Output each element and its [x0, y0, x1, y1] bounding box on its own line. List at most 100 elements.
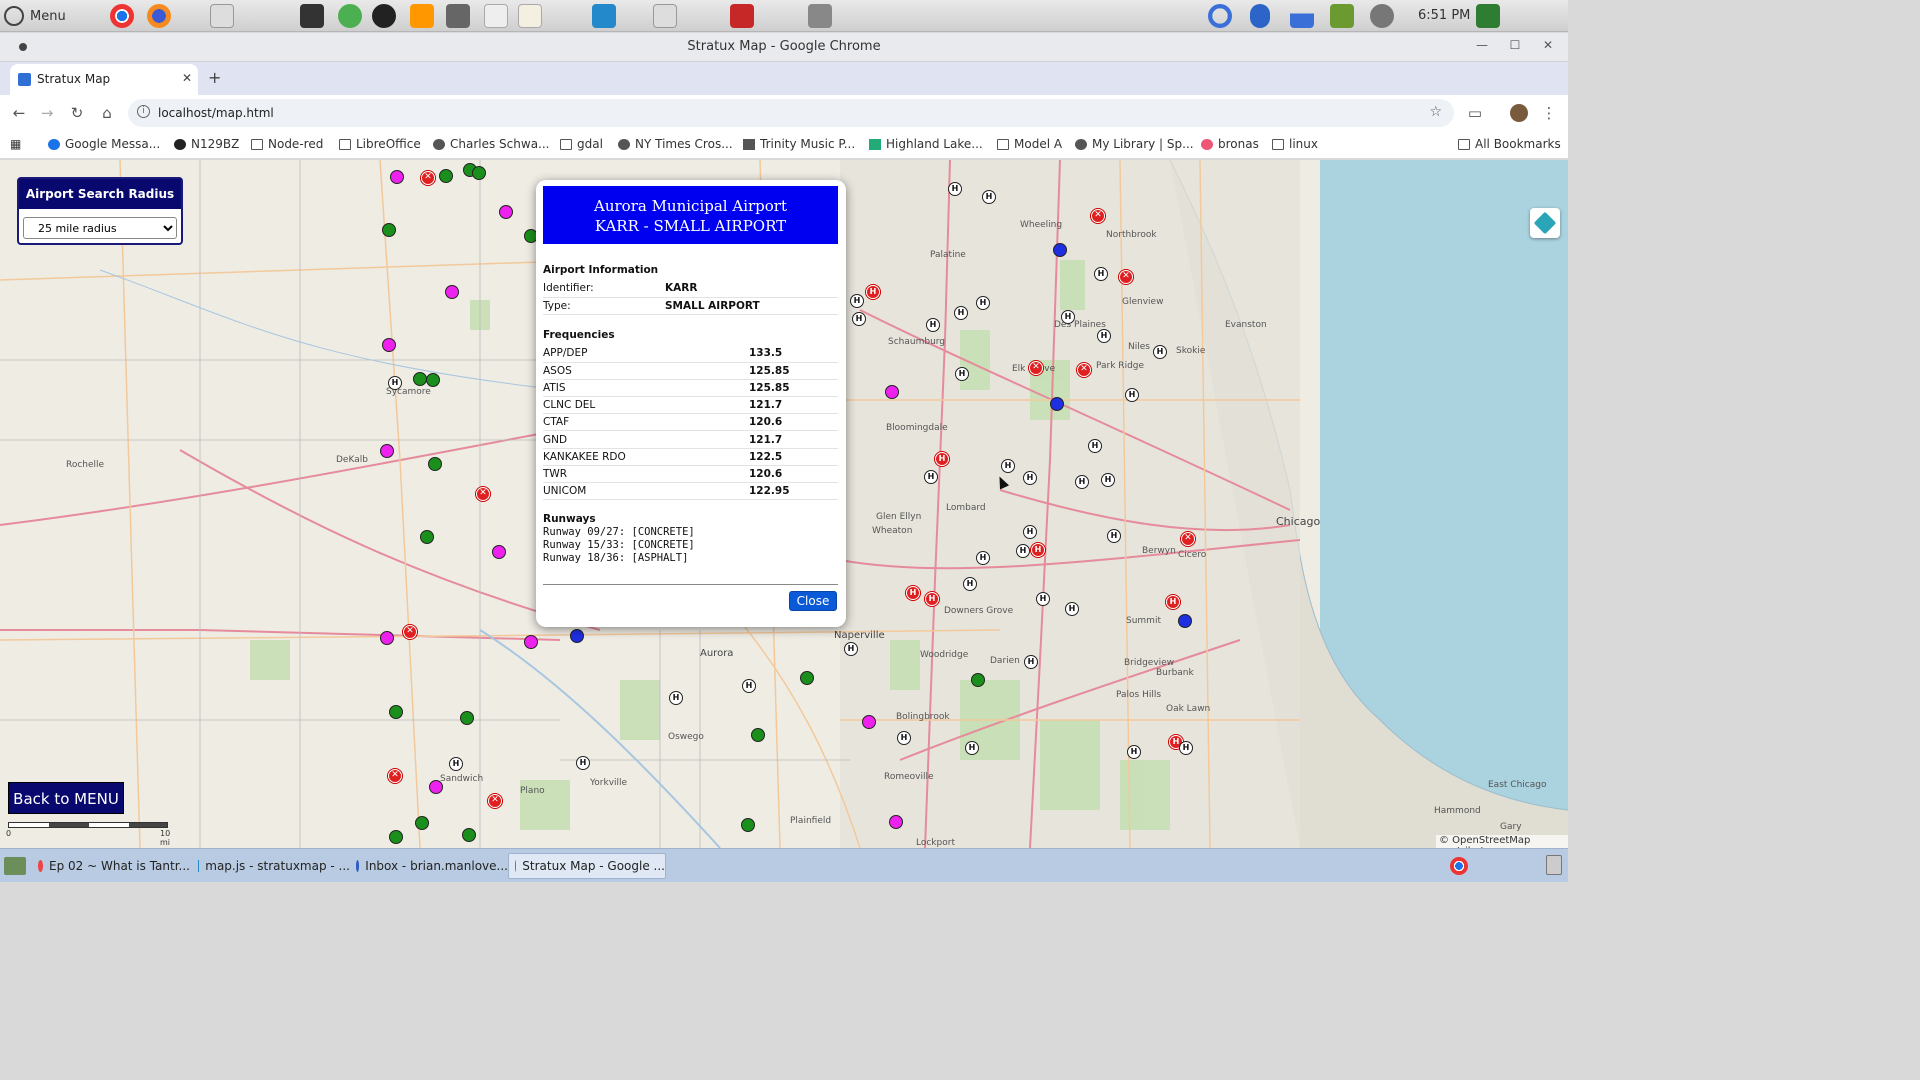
airport-marker-h-red[interactable]: H [1166, 595, 1180, 609]
notes-icon[interactable] [484, 4, 508, 28]
airport-marker-small[interactable] [380, 631, 394, 645]
airport-marker-h[interactable]: H [742, 679, 756, 693]
airport-marker-heliport[interactable] [426, 373, 440, 387]
airport-marker-h[interactable]: H [1061, 310, 1075, 324]
bookmark-star-icon[interactable]: ☆ [1429, 104, 1442, 120]
taskbar-item-chrome-video[interactable]: Ep 02 ~ What is Tantr... [32, 853, 190, 879]
airport-marker-small[interactable] [390, 170, 404, 184]
airport-marker-small[interactable] [382, 338, 396, 352]
airport-marker-h[interactable]: H [449, 757, 463, 771]
airport-marker-h[interactable]: H [1023, 471, 1037, 485]
airport-marker-small[interactable] [524, 635, 538, 649]
sync-icon[interactable] [1208, 4, 1232, 28]
airport-marker-h[interactable]: H [1036, 592, 1050, 606]
airport-marker-small[interactable] [380, 444, 394, 458]
airport-marker-small[interactable] [862, 715, 876, 729]
bookmark-linux[interactable]: linux [1272, 137, 1318, 151]
airport-marker-heliport[interactable] [382, 223, 396, 237]
bookmark-gdal[interactable]: gdal [560, 137, 603, 151]
airport-marker-h[interactable]: H [897, 731, 911, 745]
airport-marker-h[interactable]: H [844, 642, 858, 656]
sublime-icon[interactable] [410, 4, 434, 28]
radius-select[interactable]: 25 mile radius [23, 217, 177, 239]
show-desktop-icon[interactable] [1476, 4, 1500, 28]
network-icon[interactable] [1290, 4, 1314, 28]
airport-marker-heliport[interactable] [971, 673, 985, 687]
airport-marker-closed[interactable]: ✕ [1181, 532, 1195, 546]
bookmark-trinity-music[interactable]: Trinity Music P... [743, 137, 855, 151]
airport-marker-heliport[interactable] [415, 816, 429, 830]
airport-marker-heliport[interactable] [741, 818, 755, 832]
map-attribution[interactable]: © OpenStreetMap contributors. [1436, 835, 1568, 848]
airport-marker-small[interactable] [445, 285, 459, 299]
airport-marker-heliport[interactable] [472, 166, 486, 180]
airport-marker-small[interactable] [492, 545, 506, 559]
bookmark-google-messages[interactable]: Google Messa... [48, 137, 160, 151]
airport-marker-h[interactable]: H [954, 306, 968, 320]
bookmark-libreoffice[interactable]: LibreOffice [339, 137, 421, 151]
maximize-button[interactable]: ☐ [1505, 38, 1525, 56]
airport-marker-heliport[interactable] [460, 711, 474, 725]
airport-marker-h[interactable]: H [963, 577, 977, 591]
site-info-icon[interactable]: i [137, 105, 150, 118]
airport-marker-heliport[interactable] [389, 830, 403, 844]
text-editor-icon[interactable] [210, 4, 234, 28]
airport-marker-h[interactable]: H [965, 741, 979, 755]
chrome-tray-icon[interactable] [1450, 857, 1468, 875]
airport-marker-h[interactable]: H [976, 296, 990, 310]
firefox-icon[interactable] [147, 4, 171, 28]
taskbar-item-thunderbird[interactable]: Inbox - brian.manlove... [350, 853, 508, 879]
airport-marker-h[interactable]: H [1101, 473, 1115, 487]
bookmark-node-red[interactable]: Node-red [251, 137, 323, 151]
airport-marker-heliport[interactable] [420, 530, 434, 544]
airport-marker-h[interactable]: H [948, 182, 962, 196]
layers-button[interactable] [1530, 208, 1560, 238]
screenshot-icon[interactable] [808, 4, 832, 28]
airport-marker-closed[interactable]: ✕ [476, 487, 490, 501]
airport-marker-h[interactable]: H [1023, 525, 1037, 539]
bookmark-bronas[interactable]: bronas [1201, 137, 1259, 151]
airport-marker-h[interactable]: H [1094, 267, 1108, 281]
maps-icon[interactable] [338, 4, 362, 28]
reload-icon[interactable]: ↻ [68, 104, 86, 122]
airport-marker-heliport[interactable] [413, 372, 427, 386]
airport-marker-small[interactable] [885, 385, 899, 399]
word-icon[interactable] [653, 4, 677, 28]
bluetooth-icon[interactable] [1250, 4, 1270, 28]
airport-marker-h[interactable]: H [1088, 439, 1102, 453]
minimize-button[interactable]: — [1472, 38, 1492, 56]
airport-marker-heliport[interactable] [462, 828, 476, 842]
clock[interactable]: 6:51 PM [1418, 8, 1470, 23]
bookmark-my-library[interactable]: My Library | Sp... [1075, 137, 1194, 151]
airport-marker-h[interactable]: H [1097, 329, 1111, 343]
airport-marker-h[interactable]: H [1001, 459, 1015, 473]
airport-marker-h[interactable]: H [926, 318, 940, 332]
airport-marker-h-red[interactable]: H [1031, 543, 1045, 557]
close-window-button[interactable]: ✕ [1538, 38, 1558, 56]
volume-icon[interactable] [1370, 4, 1394, 28]
bookmark-ny-times[interactable]: NY Times Cros... [618, 137, 733, 151]
address-bar[interactable]: i ☆ [128, 99, 1454, 127]
tab-close-icon[interactable]: ✕ [182, 71, 192, 85]
airport-marker-closed[interactable]: ✕ [1091, 209, 1105, 223]
airport-marker-h-red[interactable]: H [906, 586, 920, 600]
airport-marker-large[interactable] [1178, 614, 1192, 628]
url-input[interactable] [158, 103, 1158, 123]
taskbar-item-vscode[interactable]: map.js - stratuxmap - ... [192, 853, 350, 879]
forward-arrow-icon[interactable]: → [38, 104, 56, 122]
os-menu-button[interactable]: Menu [4, 6, 66, 26]
airport-marker-h[interactable]: H [852, 312, 866, 326]
airport-marker-closed[interactable]: ✕ [421, 171, 435, 185]
kebab-menu-icon[interactable]: ⋮ [1540, 104, 1558, 122]
terminal-icon[interactable] [300, 4, 324, 28]
airport-marker-closed[interactable]: ✕ [1119, 270, 1133, 284]
airport-marker-h[interactable]: H [669, 691, 683, 705]
bookmark-charles-schwab[interactable]: Charles Schwa... [433, 137, 550, 151]
airport-marker-closed[interactable]: ✕ [488, 794, 502, 808]
back-arrow-icon[interactable]: ← [10, 104, 28, 122]
airport-marker-heliport[interactable] [800, 671, 814, 685]
bookmark-model-a[interactable]: Model A [997, 137, 1062, 151]
trash-icon[interactable] [1546, 855, 1562, 875]
bookmark-highland-lake[interactable]: Highland Lake... [869, 137, 983, 151]
airport-marker-heliport[interactable] [751, 728, 765, 742]
